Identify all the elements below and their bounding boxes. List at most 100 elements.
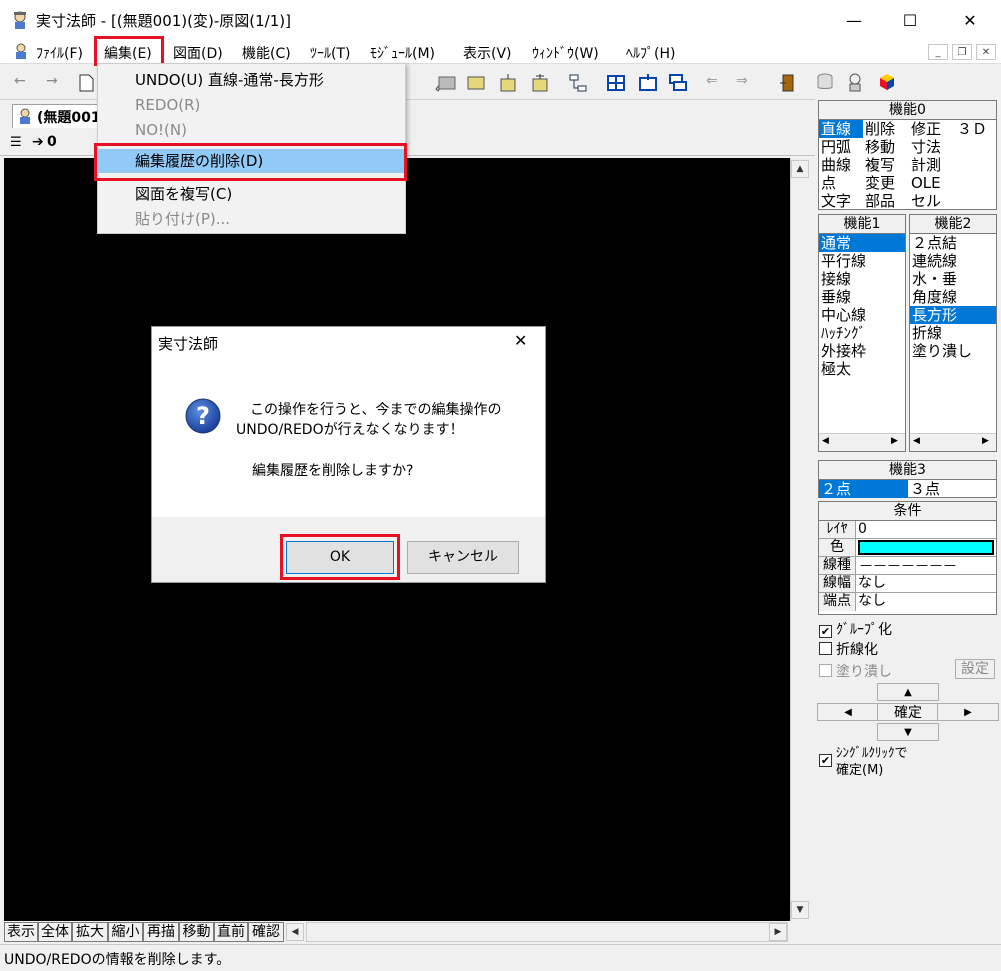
menu-tools[interactable]: ﾂｰﾙ(T) — [310, 43, 350, 63]
function2-item-rectangle[interactable]: 長方形 — [910, 306, 996, 324]
arrow-down-button[interactable]: ▼ — [877, 723, 939, 741]
function1-item-normal[interactable]: 通常 — [819, 234, 905, 252]
forward-arrow-icon[interactable]: → — [46, 73, 66, 93]
quick-previous-button[interactable]: 直前 — [214, 922, 248, 942]
function0-point[interactable]: 点 — [819, 174, 863, 192]
arrow-left-button[interactable]: ◀ — [817, 703, 879, 721]
condition-linewidth-row[interactable]: 線幅 なし — [819, 575, 996, 593]
menu-file[interactable]: ﾌｧｲﾙ(F) — [36, 43, 83, 63]
function2-item-horiz-vert[interactable]: 水・垂 — [910, 270, 996, 288]
menu-undo[interactable]: UNDO(U) 直線-通常-長方形 — [98, 68, 405, 92]
function0-parts[interactable]: 部品 — [863, 192, 909, 210]
function3-item-two-point[interactable]: ２点 — [819, 480, 908, 498]
menu-function[interactable]: 機能(C) — [242, 43, 291, 63]
import-icon[interactable]: ⇒ — [736, 73, 756, 93]
function1-item-tangent[interactable]: 接線 — [819, 270, 905, 288]
menu-paste[interactable]: 貼り付け(P)... — [98, 207, 405, 231]
function2-scroll-left-icon[interactable]: ◀ — [913, 436, 920, 446]
function1-item-perpendicular[interactable]: 垂線 — [819, 288, 905, 306]
function2-hscroll[interactable]: ◀ ▶ — [910, 433, 996, 451]
menu-redo[interactable]: REDO(R) — [98, 93, 405, 117]
vertical-scrollbar[interactable]: ▲ ▼ — [790, 158, 810, 921]
scroll-up-button[interactable]: ▲ — [791, 160, 809, 178]
back-arrow-icon[interactable]: ← — [14, 73, 34, 93]
menu-module[interactable]: ﾓｼﾞｭｰﾙ(M) — [370, 43, 435, 63]
assistant-icon[interactable] — [845, 72, 865, 92]
function0-3d[interactable]: ３Ｄ — [955, 120, 995, 138]
horizontal-scrollbar[interactable]: ▶ — [306, 922, 788, 942]
function0-move[interactable]: 移動 — [863, 138, 909, 156]
function1-item-bounding-frame[interactable]: 外接枠 — [819, 342, 905, 360]
quick-zoom-in-button[interactable]: 拡大 — [72, 922, 108, 942]
function0-text[interactable]: 文字 — [819, 192, 863, 210]
function1-scroll-left-icon[interactable]: ◀ — [822, 436, 829, 446]
new-document-icon[interactable] — [76, 73, 96, 93]
dialog-close-icon[interactable]: ✕ — [514, 331, 527, 350]
function2-item-angle-line[interactable]: 角度線 — [910, 288, 996, 306]
polyline-checkbox[interactable]: 折線化 — [819, 639, 878, 659]
function0-cell[interactable]: セル — [909, 192, 955, 210]
mdi-close-button[interactable]: ✕ — [976, 44, 996, 60]
arrow-right-button[interactable]: ▶ — [937, 703, 999, 721]
menu-no[interactable]: NO!(N) — [98, 118, 405, 142]
mdi-restore-button[interactable]: ❐ — [952, 44, 972, 60]
fill-checkbox[interactable]: 塗り潰し — [819, 661, 892, 681]
condition-layer-row[interactable]: ﾚｲﾔ 0 — [819, 521, 996, 539]
menu-window[interactable]: ｳｨﾝﾄﾞｳ(W) — [532, 43, 599, 63]
cascade-window-icon[interactable] — [668, 73, 688, 93]
function0-dimension[interactable]: 寸法 — [909, 138, 955, 156]
function1-item-extra-thick[interactable]: 極太 — [819, 360, 905, 378]
maximize-button[interactable]: ☐ — [884, 0, 936, 40]
quick-redraw-button[interactable]: 再描 — [143, 922, 179, 942]
close-button[interactable]: ✕ — [944, 0, 996, 40]
function0-line[interactable]: 直線 — [819, 120, 863, 138]
group-checkbox[interactable]: ✔ ｸﾞﾙｰﾌﾟ化 — [819, 619, 892, 639]
export-icon[interactable]: ⇐ — [706, 73, 726, 93]
function0-modify[interactable]: 修正 — [909, 120, 955, 138]
grid-window-icon[interactable] — [606, 73, 626, 93]
frame-window-icon[interactable] — [638, 73, 658, 93]
cancel-button[interactable]: キャンセル — [407, 541, 519, 574]
quick-move-button[interactable]: 移動 — [179, 922, 214, 942]
cylinder-icon[interactable] — [815, 72, 835, 92]
function0-measure[interactable]: 計測 — [909, 156, 955, 174]
function1-item-hatching[interactable]: ﾊｯﾁﾝｸﾞ — [819, 324, 905, 342]
scroll-down-button[interactable]: ▼ — [791, 901, 809, 919]
menu-help[interactable]: ﾍﾙﾌﾟ(H) — [626, 43, 675, 63]
function0-ole[interactable]: OLE — [909, 174, 955, 192]
menu-drawing[interactable]: 図面(D) — [173, 43, 223, 63]
quick-zoom-out-button[interactable]: 縮小 — [108, 922, 143, 942]
function3-item-three-point[interactable]: ３点 — [908, 480, 996, 498]
condition-color-row[interactable]: 色 — [819, 539, 996, 557]
function1-item-parallel[interactable]: 平行線 — [819, 252, 905, 270]
function2-item-polyline[interactable]: 折線 — [910, 324, 996, 342]
document-tab[interactable]: (無題001 — [12, 104, 106, 128]
function0-arc[interactable]: 円弧 — [819, 138, 863, 156]
function0-change[interactable]: 変更 — [863, 174, 909, 192]
minimize-button[interactable]: — — [828, 0, 880, 40]
function0-copy[interactable]: 複写 — [863, 156, 909, 174]
color-cube-icon[interactable] — [877, 72, 897, 92]
function2-item-two-point[interactable]: ２点結 — [910, 234, 996, 252]
quick-confirm-button[interactable]: 確認 — [248, 922, 284, 942]
yellow-box-icon[interactable] — [466, 73, 486, 93]
settings-button[interactable]: 設定 — [955, 659, 995, 679]
quick-display-button[interactable]: 表示 — [4, 922, 38, 942]
condition-endpoint-row[interactable]: 端点 なし — [819, 593, 996, 611]
hscroll-right-button[interactable]: ▶ — [769, 923, 787, 941]
function0-curve[interactable]: 曲線 — [819, 156, 863, 174]
mdi-minimize-button[interactable]: _ — [928, 44, 948, 60]
confirm-button[interactable]: 確定 — [877, 703, 939, 721]
yellow-box-up-icon[interactable] — [498, 73, 518, 93]
hscroll-left-button[interactable]: ◀ — [286, 923, 304, 941]
function1-hscroll[interactable]: ◀ ▶ — [819, 433, 905, 451]
function2-scroll-right-icon[interactable]: ▶ — [982, 436, 989, 446]
condition-linetype-row[interactable]: 線種 ——————— — [819, 557, 996, 575]
grey-box-icon[interactable] — [437, 73, 457, 93]
single-click-checkbox[interactable]: ✔ ｼﾝｸﾞﾙｸﾘｯｸで 確定(M) — [819, 745, 908, 779]
function2-item-fill[interactable]: 塗り潰し — [910, 342, 996, 360]
function1-item-centerline[interactable]: 中心線 — [819, 306, 905, 324]
menu-view[interactable]: 表示(V) — [463, 43, 512, 63]
function0-delete[interactable]: 削除 — [863, 120, 909, 138]
yellow-box-grid-icon[interactable] — [530, 73, 550, 93]
